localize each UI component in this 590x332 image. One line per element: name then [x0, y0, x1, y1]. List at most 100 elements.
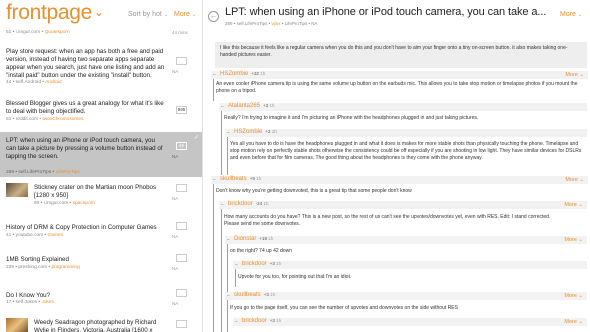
list-item[interactable]: Stickney crater on the Martian moon Phob… — [0, 181, 202, 215]
comment-header[interactable]: – skullbeats +9 1h More ⌄ — [211, 176, 588, 184]
item-age: NA — [172, 266, 179, 271]
comment-more-button[interactable]: More ⌄ — [565, 72, 584, 78]
vote-box[interactable] — [176, 320, 187, 328]
thread-line — [213, 79, 214, 101]
comment-author[interactable]: HSZombie — [234, 129, 262, 135]
comment-author[interactable]: Dionstar — [234, 236, 256, 242]
comment-more-button[interactable]: More ⌄ — [564, 293, 583, 299]
comment-header[interactable]: – Dionstar +19 1h More ⌄ — [225, 236, 587, 244]
item-age: NA — [172, 154, 179, 159]
comment-author[interactable]: skullbeats — [234, 292, 261, 298]
more-button[interactable]: More ⌄ — [174, 11, 196, 18]
item-title: Blessed Blogger gives us a great analogy… — [6, 100, 164, 115]
chevron-down-icon: ⌄ — [577, 12, 583, 18]
comment-author[interactable]: skullbeats — [220, 176, 247, 182]
collapse-icon[interactable]: – — [221, 104, 224, 109]
comment-header[interactable]: – brickdoor +3 1h — [233, 261, 587, 269]
collapse-icon[interactable]: – — [235, 319, 238, 324]
item-title: 1MB Sorting Explained — [6, 256, 69, 263]
comment-header[interactable]: – brickdoor -24 1h More ⌄ — [219, 201, 587, 209]
item-title: Play store request: when an app has both… — [6, 48, 165, 79]
brand-label: frontpage — [6, 1, 93, 24]
vote-box[interactable] — [176, 254, 187, 262]
vote-count[interactable]: 45 — [176, 142, 187, 150]
chevron-down-icon: ⌄ — [163, 12, 169, 18]
comment-header[interactable]: – Atalanta265 +3 1h — [219, 103, 587, 111]
item-meta: 60 • i.imgur.com • spaceporn — [34, 201, 95, 206]
back-arrow-icon[interactable]: ← — [208, 11, 219, 22]
comment-author[interactable]: brickdoor — [242, 318, 267, 324]
post-author[interactable]: vjinx — [272, 21, 281, 26]
comment-text: Yes all you have to do is have the headp… — [230, 141, 582, 161]
comment-text: If you go to the page itself, you can se… — [230, 305, 458, 311]
thread-line — [235, 269, 236, 287]
item-age: NA — [172, 69, 179, 74]
item-age: NA — [172, 301, 179, 306]
item-meta: 51 • i.imgur.com • Quotesporn — [6, 30, 70, 35]
item-meta: 235 • preshing.com • programming — [6, 265, 80, 270]
collapse-icon[interactable]: – — [221, 202, 224, 207]
collapse-icon[interactable]: – — [213, 72, 216, 77]
thumbnail-image — [6, 318, 28, 332]
post-list-pane: frontpage ⌄ Sort by hot ⌄ More ⌄ 51 • i.i… — [0, 0, 202, 332]
thread-line — [221, 209, 222, 332]
post-body: I like this because it feels like a regu… — [215, 42, 587, 68]
comment-text: Don't know why you're getting downvoted,… — [216, 188, 412, 194]
comment-header[interactable]: – skullbeats +3 1h More ⌄ — [225, 292, 587, 300]
item-meta: 17 • self.Jokes • Jokes — [6, 300, 54, 305]
list-header: frontpage ⌄ Sort by hot ⌄ More ⌄ — [0, 0, 202, 34]
app-window: frontpage ⌄ Sort by hot ⌄ More ⌄ 51 • i.i… — [0, 0, 590, 332]
list-item[interactable]: History of DRM & Copy Protection in Comp… — [0, 222, 202, 250]
list-item-selected[interactable]: LPT: when using an iPhone or iPod touch … — [0, 132, 202, 177]
post-detail-pane: ← LPT: when using an iPhone or iPod touc… — [203, 0, 590, 332]
list-item[interactable]: 1MB Sorting Explained 235 • preshing.com… — [0, 254, 202, 276]
comment-more-button[interactable]: More ⌄ — [564, 202, 583, 208]
comment-author[interactable]: Atalanta265 — [228, 103, 260, 109]
list-item[interactable]: Weedy Seadragon photographed by Richard … — [0, 316, 202, 332]
thread-line — [221, 111, 222, 175]
item-age: NA — [172, 196, 179, 201]
comment-author[interactable]: HSZombie — [220, 71, 248, 77]
comment-header[interactable]: – brickdoor +3 1h More ⌄ — [233, 318, 587, 326]
comment-more-button[interactable]: More ⌄ — [564, 237, 583, 243]
collapse-icon[interactable]: – — [235, 262, 238, 267]
comment-author[interactable]: brickdoor — [242, 261, 267, 267]
vote-box[interactable] — [176, 289, 187, 297]
vote-count[interactable]: 995 — [176, 106, 187, 114]
vote-box[interactable] — [176, 222, 187, 230]
collapse-icon[interactable]: – — [227, 237, 230, 242]
post-meta: 289 • self.LifeProTips • vjinx • LifePro… — [225, 21, 318, 26]
list-item[interactable]: Blessed Blogger gives us a great analogy… — [0, 98, 202, 130]
brand-title[interactable]: frontpage ⌄ — [6, 1, 104, 25]
collapse-icon[interactable]: – — [227, 130, 230, 135]
comment-text: Really? I'm trying to imagine it and I'm… — [224, 115, 479, 121]
comment-header[interactable]: – HSZombie +2 1h — [225, 129, 587, 137]
comment-author[interactable]: brickdoor — [228, 201, 253, 207]
chevron-down-icon: ⌄ — [94, 5, 104, 19]
collapse-icon[interactable]: – — [213, 177, 216, 182]
list-item[interactable]: Play store request: when an app has both… — [0, 45, 202, 90]
list-item[interactable]: 51 • i.imgur.com • Quotesporn 44 mins — [0, 30, 202, 42]
item-title: History of DRM & Copy Protection in Comp… — [6, 224, 157, 231]
item-title: Do I Know You? — [6, 292, 51, 299]
check-icon: ✓ — [194, 135, 200, 141]
vote-box[interactable] — [176, 57, 187, 65]
post-more-button[interactable]: More ⌄ — [560, 11, 582, 18]
item-meta: 51 • reddit.com • twoxChromosomes — [6, 117, 84, 122]
comment-header[interactable]: – HSZombie +32 1h More ⌄ — [211, 71, 588, 79]
list-item[interactable]: Do I Know You? 17 • self.Jokes • Jokes N… — [0, 288, 202, 310]
item-title: Stickney crater on the Martian moon Phob… — [34, 184, 157, 199]
more-label: More — [560, 11, 576, 18]
sort-button[interactable]: Sort by hot ⌄ — [128, 11, 168, 18]
vote-box[interactable] — [176, 184, 187, 192]
more-label: More — [174, 11, 190, 18]
post-title: LPT: when using an iPhone or iPod touch … — [225, 6, 547, 18]
comment-more-button[interactable]: More ⌄ — [564, 319, 583, 325]
thread-line — [227, 137, 228, 175]
item-age: NA — [172, 234, 179, 239]
collapse-icon[interactable]: – — [227, 293, 230, 298]
comment-more-button[interactable]: More ⌄ — [565, 177, 584, 183]
item-title: Weedy Seadragon photographed by Richard … — [34, 319, 157, 332]
comment-text: How many accounts do you have? This is a… — [224, 214, 551, 227]
sort-label: Sort by hot — [128, 11, 162, 18]
